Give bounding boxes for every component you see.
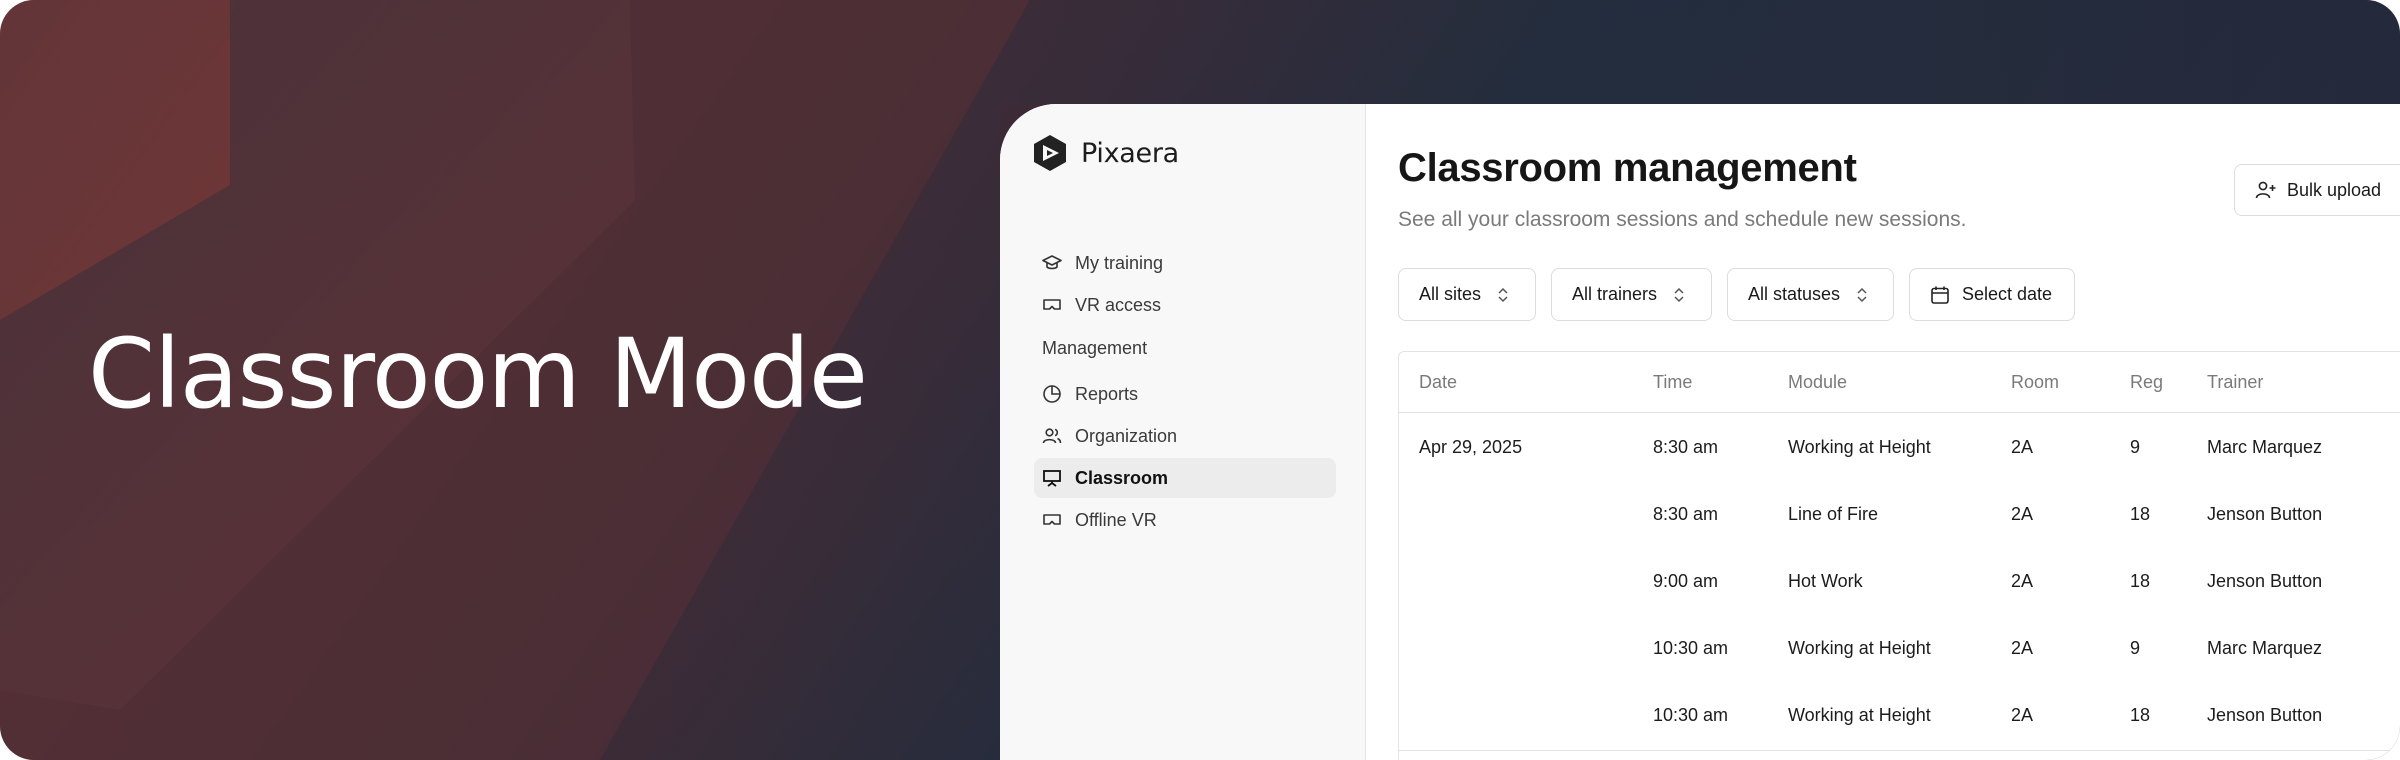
cell-room: 2A xyxy=(2011,705,2034,725)
cell-reg: 18 xyxy=(2130,705,2151,725)
cell-time: 10:30 am xyxy=(1653,705,1729,725)
table-row[interactable]: 10:30 am Working at Height 2A 9 Marc Mar… xyxy=(1399,614,2400,681)
sidebar-item-reports[interactable]: Reports xyxy=(1034,374,1336,414)
column-header-room[interactable]: Room xyxy=(2011,372,2059,393)
cell-room: 2A xyxy=(2011,504,2034,524)
presentation-icon xyxy=(1043,470,1061,487)
vr-headset-icon xyxy=(1043,299,1061,310)
cell-room: 2A xyxy=(2011,437,2034,457)
column-header-reg[interactable]: Reg xyxy=(2130,372,2163,393)
pie-chart-icon xyxy=(1043,385,1061,403)
cell-trainer: Jenson Button xyxy=(2207,705,2323,725)
user-plus-icon xyxy=(2255,181,2276,199)
cell-module: Working at Height xyxy=(1788,638,1931,658)
sidebar-item-label: Classroom xyxy=(1075,467,1169,488)
graduation-cap-icon xyxy=(1042,255,1062,270)
sidebar-item-classroom[interactable]: Classroom xyxy=(1034,458,1336,498)
table-divider xyxy=(1399,750,2400,751)
vr-headset-icon xyxy=(1043,514,1061,525)
cell-module: Working at Height xyxy=(1788,437,1931,457)
sidebar: Pixaera My training VR access Management xyxy=(1000,104,1366,760)
cell-time: 9:00 am xyxy=(1653,571,1719,591)
sidebar-item-organization[interactable]: Organization xyxy=(1034,416,1336,456)
statuses-filter-label: All statuses xyxy=(1748,284,1841,304)
sidebar-item-label: Organization xyxy=(1075,425,1178,446)
sites-filter-label: All sites xyxy=(1419,284,1482,304)
table-row[interactable]: 10:30 am Working at Height 2A 18 Jenson … xyxy=(1399,681,2400,748)
sidebar-item-label: VR access xyxy=(1075,294,1162,315)
cell-reg: 18 xyxy=(2130,504,2151,524)
cell-module: Hot Work xyxy=(1788,571,1863,591)
sidebar-item-my-training[interactable]: My training xyxy=(1034,243,1336,283)
cell-time: 8:30 am xyxy=(1653,504,1719,524)
column-header-time[interactable]: Time xyxy=(1653,372,1692,393)
cell-time: 8:30 am xyxy=(1653,437,1719,457)
table-header: Date Time Module Room Reg Trainer xyxy=(1399,352,2400,413)
table-row[interactable]: Apr 29, 2025 8:30 am Working at Height 2… xyxy=(1399,413,2400,480)
app-window: Pixaera My training VR access Management xyxy=(1000,104,2400,760)
cell-trainer: Jenson Button xyxy=(2207,504,2323,524)
cell-trainer: Marc Marquez xyxy=(2207,638,2323,658)
hero-title: Classroom Mode xyxy=(88,318,868,430)
cell-reg: 9 xyxy=(2130,638,2141,658)
page-title: Classroom management xyxy=(1398,146,1857,190)
chevron-up-down-icon xyxy=(1674,287,1684,302)
brand-name: Pixaera xyxy=(1081,137,1179,169)
pixaera-logo-icon xyxy=(1034,135,1066,171)
cell-room: 2A xyxy=(2011,571,2034,591)
sidebar-item-label: Offline VR xyxy=(1075,509,1157,530)
chevron-up-down-icon xyxy=(1498,287,1508,302)
table-row[interactable]: 8:30 am Line of Fire 2A 18 Jenson Button xyxy=(1399,480,2400,547)
column-header-date[interactable]: Date xyxy=(1419,372,1457,393)
cell-room: 2A xyxy=(2011,638,2034,658)
brand-logo[interactable]: Pixaera xyxy=(1031,134,1179,172)
cell-module: Working at Height xyxy=(1788,705,1931,725)
sidebar-item-label: My training xyxy=(1075,252,1164,273)
cell-reg: 9 xyxy=(2130,437,2141,457)
bulk-upload-label: Bulk upload xyxy=(2287,179,2382,200)
sites-filter[interactable]: All sites xyxy=(1398,268,1536,321)
hero-banner: Classroom Mode Pixaera My training VR ac… xyxy=(0,0,2400,760)
statuses-filter[interactable]: All statuses xyxy=(1727,268,1894,321)
cell-date: Apr 29, 2025 xyxy=(1419,437,1523,457)
cell-time: 10:30 am xyxy=(1653,638,1729,658)
column-header-module[interactable]: Module xyxy=(1788,372,1847,393)
bulk-upload-button[interactable]: Bulk upload xyxy=(2234,164,2400,216)
date-picker-button[interactable]: Select date xyxy=(1909,268,2075,321)
trainers-filter[interactable]: All trainers xyxy=(1551,268,1712,321)
nav-group-label: Management xyxy=(1042,338,1148,358)
trainers-filter-label: All trainers xyxy=(1572,284,1658,304)
cell-reg: 18 xyxy=(2130,571,2151,591)
cell-trainer: Marc Marquez xyxy=(2207,437,2323,457)
cell-trainer: Jenson Button xyxy=(2207,571,2323,591)
date-picker-label: Select date xyxy=(1962,284,2053,304)
main-content: Classroom management See all your classr… xyxy=(1366,104,2400,760)
table-row[interactable]: 9:00 am Hot Work 2A 18 Jenson Button xyxy=(1399,547,2400,614)
cell-module: Line of Fire xyxy=(1788,504,1879,524)
sessions-table: Date Time Module Room Reg Trainer Apr 29… xyxy=(1398,351,2400,760)
chevron-up-down-icon xyxy=(1857,287,1867,302)
calendar-icon xyxy=(1931,286,1949,304)
page-subtitle: See all your classroom sessions and sche… xyxy=(1398,208,1967,231)
users-icon xyxy=(1042,428,1062,444)
sidebar-item-vr-access[interactable]: VR access xyxy=(1034,285,1336,325)
column-header-trainer[interactable]: Trainer xyxy=(2207,372,2263,393)
sidebar-item-offline-vr[interactable]: Offline VR xyxy=(1034,500,1336,540)
sidebar-item-label: Reports xyxy=(1075,383,1139,404)
